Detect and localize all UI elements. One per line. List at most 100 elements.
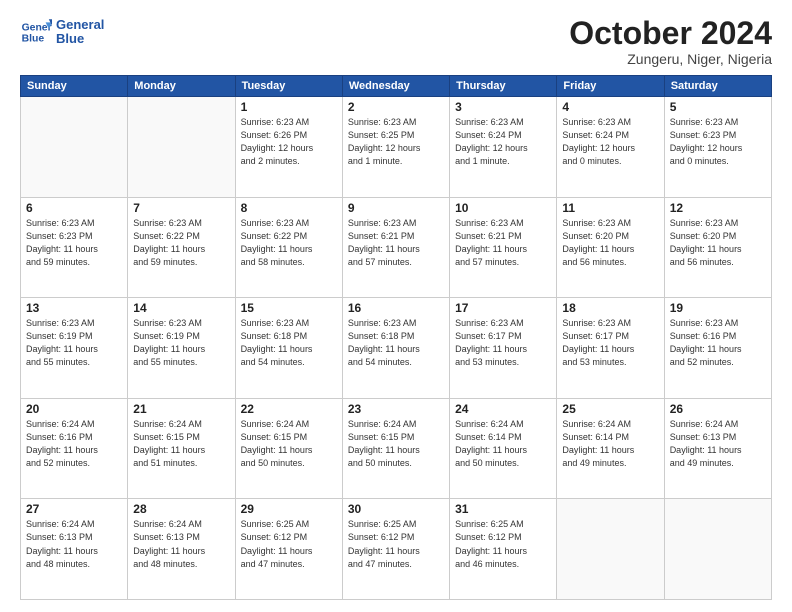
day-info: Sunrise: 6:23 AM Sunset: 6:16 PM Dayligh… — [670, 317, 766, 369]
day-info: Sunrise: 6:24 AM Sunset: 6:13 PM Dayligh… — [670, 418, 766, 470]
day-number: 15 — [241, 301, 337, 315]
day-cell: 15 Sunrise: 6:23 AM Sunset: 6:18 PM Dayli… — [235, 298, 342, 399]
day-number: 25 — [562, 402, 658, 416]
day-cell: 18 Sunrise: 6:23 AM Sunset: 6:17 PM Dayli… — [557, 298, 664, 399]
day-cell: 2 Sunrise: 6:23 AM Sunset: 6:25 PM Daylig… — [342, 97, 449, 198]
day-number: 10 — [455, 201, 551, 215]
day-info: Sunrise: 6:23 AM Sunset: 6:19 PM Dayligh… — [26, 317, 122, 369]
day-info: Sunrise: 6:24 AM Sunset: 6:14 PM Dayligh… — [562, 418, 658, 470]
weekday-header-thursday: Thursday — [450, 76, 557, 97]
svg-text:Blue: Blue — [22, 34, 45, 45]
day-info: Sunrise: 6:24 AM Sunset: 6:13 PM Dayligh… — [26, 518, 122, 570]
day-cell: 14Sunrise: 6:23 AM Sunset: 6:19 PM Dayli… — [128, 298, 235, 399]
day-number: 26 — [670, 402, 766, 416]
weekday-header-tuesday: Tuesday — [235, 76, 342, 97]
day-cell: 8 Sunrise: 6:23 AM Sunset: 6:22 PM Daylig… — [235, 197, 342, 298]
day-info: Sunrise: 6:23 AM Sunset: 6:20 PM Dayligh… — [670, 217, 766, 269]
day-info: Sunrise: 6:23 AM Sunset: 6:17 PM Dayligh… — [562, 317, 658, 369]
week-row-1: 1 Sunrise: 6:23 AM Sunset: 6:26 PM Daylig… — [21, 97, 772, 198]
week-row-3: 13Sunrise: 6:23 AM Sunset: 6:19 PM Dayli… — [21, 298, 772, 399]
day-cell — [128, 97, 235, 198]
day-info: Sunrise: 6:24 AM Sunset: 6:13 PM Dayligh… — [133, 518, 229, 570]
day-cell: 10 Sunrise: 6:23 AM Sunset: 6:21 PM Dayli… — [450, 197, 557, 298]
day-info: Sunrise: 6:23 AM Sunset: 6:23 PM Dayligh… — [26, 217, 122, 269]
day-number: 14 — [133, 301, 229, 315]
day-info: Sunrise: 6:23 AM Sunset: 6:18 PM Dayligh… — [348, 317, 444, 369]
day-number: 1 — [241, 100, 337, 114]
day-info: Sunrise: 6:23 AM Sunset: 6:22 PM Dayligh… — [241, 217, 337, 269]
day-number: 20 — [26, 402, 122, 416]
day-cell — [557, 499, 664, 600]
day-cell: 23Sunrise: 6:24 AM Sunset: 6:15 PM Dayli… — [342, 398, 449, 499]
day-info: Sunrise: 6:23 AM Sunset: 6:20 PM Dayligh… — [562, 217, 658, 269]
weekday-header-wednesday: Wednesday — [342, 76, 449, 97]
day-info: Sunrise: 6:24 AM Sunset: 6:14 PM Dayligh… — [455, 418, 551, 470]
day-number: 31 — [455, 502, 551, 516]
day-number: 9 — [348, 201, 444, 215]
day-cell: 29Sunrise: 6:25 AM Sunset: 6:12 PM Dayli… — [235, 499, 342, 600]
day-cell: 3Sunrise: 6:23 AM Sunset: 6:24 PM Daylig… — [450, 97, 557, 198]
header: General Blue General Blue October 2024 Z… — [20, 16, 772, 67]
day-number: 11 — [562, 201, 658, 215]
day-cell: 24 Sunrise: 6:24 AM Sunset: 6:14 PM Dayli… — [450, 398, 557, 499]
day-info: Sunrise: 6:23 AM Sunset: 6:17 PM Dayligh… — [455, 317, 551, 369]
day-number: 28 — [133, 502, 229, 516]
day-cell: 6 Sunrise: 6:23 AM Sunset: 6:23 PM Daylig… — [21, 197, 128, 298]
title-block: October 2024 Zungeru, Niger, Nigeria — [569, 16, 772, 67]
day-info: Sunrise: 6:23 AM Sunset: 6:25 PM Dayligh… — [348, 116, 444, 168]
logo: General Blue General Blue — [20, 16, 104, 48]
day-number: 8 — [241, 201, 337, 215]
day-cell: 22 Sunrise: 6:24 AM Sunset: 6:15 PM Dayli… — [235, 398, 342, 499]
day-number: 12 — [670, 201, 766, 215]
day-number: 18 — [562, 301, 658, 315]
day-info: Sunrise: 6:24 AM Sunset: 6:16 PM Dayligh… — [26, 418, 122, 470]
day-cell: 19 Sunrise: 6:23 AM Sunset: 6:16 PM Dayli… — [664, 298, 771, 399]
day-info: Sunrise: 6:23 AM Sunset: 6:21 PM Dayligh… — [348, 217, 444, 269]
day-number: 30 — [348, 502, 444, 516]
day-info: Sunrise: 6:23 AM Sunset: 6:23 PM Dayligh… — [670, 116, 766, 168]
day-cell — [664, 499, 771, 600]
day-info: Sunrise: 6:25 AM Sunset: 6:12 PM Dayligh… — [455, 518, 551, 570]
day-number: 22 — [241, 402, 337, 416]
day-cell: 26 Sunrise: 6:24 AM Sunset: 6:13 PM Dayli… — [664, 398, 771, 499]
day-number: 23 — [348, 402, 444, 416]
day-number: 2 — [348, 100, 444, 114]
day-number: 27 — [26, 502, 122, 516]
day-number: 6 — [26, 201, 122, 215]
day-info: Sunrise: 6:23 AM Sunset: 6:24 PM Dayligh… — [455, 116, 551, 168]
logo-line2: Blue — [56, 32, 104, 46]
day-info: Sunrise: 6:25 AM Sunset: 6:12 PM Dayligh… — [348, 518, 444, 570]
day-info: Sunrise: 6:23 AM Sunset: 6:24 PM Dayligh… — [562, 116, 658, 168]
day-info: Sunrise: 6:25 AM Sunset: 6:12 PM Dayligh… — [241, 518, 337, 570]
day-info: Sunrise: 6:23 AM Sunset: 6:18 PM Dayligh… — [241, 317, 337, 369]
day-number: 24 — [455, 402, 551, 416]
day-cell: 25 Sunrise: 6:24 AM Sunset: 6:14 PM Dayli… — [557, 398, 664, 499]
day-cell — [21, 97, 128, 198]
day-cell: 7Sunrise: 6:23 AM Sunset: 6:22 PM Daylig… — [128, 197, 235, 298]
day-cell: 1 Sunrise: 6:23 AM Sunset: 6:26 PM Daylig… — [235, 97, 342, 198]
weekday-header-friday: Friday — [557, 76, 664, 97]
day-cell: 11 Sunrise: 6:23 AM Sunset: 6:20 PM Dayli… — [557, 197, 664, 298]
weekday-header-saturday: Saturday — [664, 76, 771, 97]
day-cell: 20 Sunrise: 6:24 AM Sunset: 6:16 PM Dayli… — [21, 398, 128, 499]
day-info: Sunrise: 6:24 AM Sunset: 6:15 PM Dayligh… — [241, 418, 337, 470]
day-cell: 4Sunrise: 6:23 AM Sunset: 6:24 PM Daylig… — [557, 97, 664, 198]
page: General Blue General Blue October 2024 Z… — [0, 0, 792, 612]
day-info: Sunrise: 6:23 AM Sunset: 6:21 PM Dayligh… — [455, 217, 551, 269]
day-info: Sunrise: 6:23 AM Sunset: 6:22 PM Dayligh… — [133, 217, 229, 269]
day-cell: 13Sunrise: 6:23 AM Sunset: 6:19 PM Dayli… — [21, 298, 128, 399]
week-row-4: 20 Sunrise: 6:24 AM Sunset: 6:16 PM Dayli… — [21, 398, 772, 499]
day-cell: 21Sunrise: 6:24 AM Sunset: 6:15 PM Dayli… — [128, 398, 235, 499]
day-cell: 28 Sunrise: 6:24 AM Sunset: 6:13 PM Dayli… — [128, 499, 235, 600]
day-cell: 30 Sunrise: 6:25 AM Sunset: 6:12 PM Dayli… — [342, 499, 449, 600]
month-title: October 2024 — [569, 16, 772, 51]
day-info: Sunrise: 6:23 AM Sunset: 6:26 PM Dayligh… — [241, 116, 337, 168]
weekday-header-row: SundayMondayTuesdayWednesdayThursdayFrid… — [21, 76, 772, 97]
calendar: SundayMondayTuesdayWednesdayThursdayFrid… — [20, 75, 772, 600]
day-number: 19 — [670, 301, 766, 315]
day-number: 16 — [348, 301, 444, 315]
day-cell: 27 Sunrise: 6:24 AM Sunset: 6:13 PM Dayli… — [21, 499, 128, 600]
weekday-header-monday: Monday — [128, 76, 235, 97]
day-cell: 31 Sunrise: 6:25 AM Sunset: 6:12 PM Dayli… — [450, 499, 557, 600]
day-number: 17 — [455, 301, 551, 315]
